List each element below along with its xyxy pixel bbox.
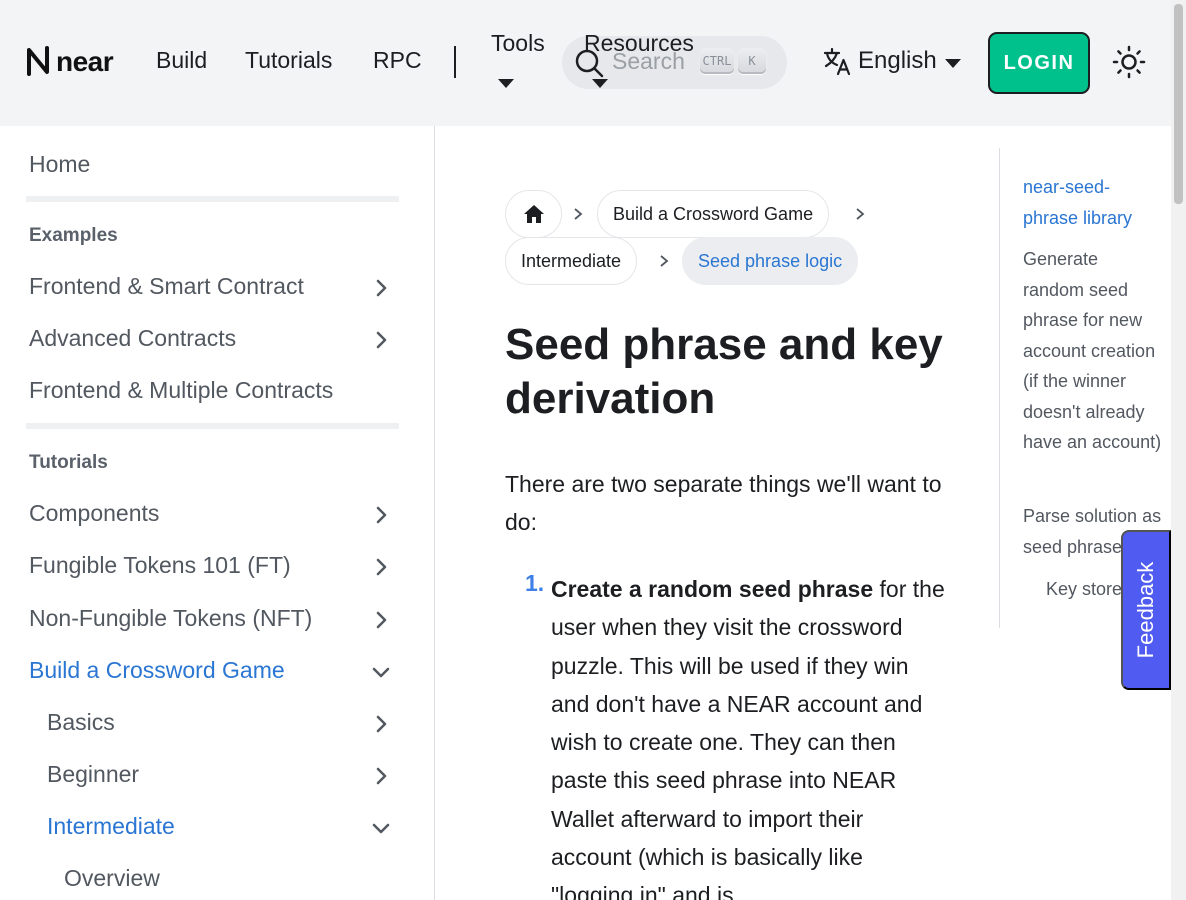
logo-text: near	[56, 46, 114, 77]
sidebar-item-nft[interactable]: Non-Fungible Tokens (NFT)	[29, 605, 312, 632]
sidebar-item-crossword-game[interactable]: Build a Crossword Game	[29, 657, 285, 684]
sidebar-category-examples: Examples	[29, 225, 118, 246]
toc-link[interactable]: Generate random seed phrase for new acco…	[1023, 244, 1163, 458]
kbd-ctrl: CTRL	[700, 48, 734, 74]
page-scrollbar[interactable]	[1171, 0, 1186, 900]
breadcrumb-separator-icon	[856, 208, 865, 220]
breadcrumb-crossword-game[interactable]: Build a Crossword Game	[597, 190, 830, 238]
sidebar-item-frontend-multiple-contracts[interactable]: Frontend & Multiple Contracts	[29, 377, 333, 404]
nav-link-build[interactable]: Build	[156, 47, 207, 74]
nav-dropdown-resources-label: Resources	[584, 30, 694, 56]
list-number: 1.	[525, 570, 545, 596]
scrollbar-thumb[interactable]	[1174, 4, 1183, 204]
sidebar-item-intermediate[interactable]: Intermediate	[47, 813, 175, 840]
toc-link[interactable]: near-seed-phrase library	[1023, 172, 1163, 233]
chevron-down-icon[interactable]	[369, 816, 393, 840]
language-label: English	[858, 47, 937, 74]
sidebar-item-fungible-tokens[interactable]: Fungible Tokens 101 (FT)	[29, 552, 291, 579]
breadcrumb-intermediate[interactable]: Intermediate	[505, 237, 638, 285]
chevron-right-icon[interactable]	[369, 503, 393, 527]
chevron-right-icon[interactable]	[369, 276, 393, 300]
near-logo[interactable]: near	[26, 46, 132, 78]
feedback-button[interactable]: Feedback	[1121, 530, 1171, 690]
sidebar-divider	[26, 423, 399, 429]
sidebar-item-beginner[interactable]: Beginner	[47, 761, 139, 788]
kbd-k: K	[738, 48, 766, 74]
breadcrumb-separator-icon	[660, 255, 669, 267]
sidebar-item-advanced-contracts[interactable]: Advanced Contracts	[29, 325, 236, 352]
sidebar: Home Examples Frontend & Smart Contract …	[0, 126, 435, 900]
sidebar-item-frontend-smart-contract[interactable]: Frontend & Smart Contract	[29, 273, 304, 300]
home-icon	[524, 205, 544, 223]
nav-divider	[454, 46, 456, 78]
caret-down-icon	[945, 59, 961, 68]
sidebar-item-basics[interactable]: Basics	[47, 709, 115, 736]
sidebar-item-home[interactable]: Home	[29, 151, 90, 178]
sidebar-item-components[interactable]: Components	[29, 500, 159, 527]
breadcrumb-separator-icon	[574, 208, 583, 220]
sidebar-category-tutorials: Tutorials	[29, 452, 108, 473]
top-navbar: near Build Tutorials RPC Tools Search CT…	[0, 0, 1171, 126]
nav-link-tutorials[interactable]: Tutorials	[245, 47, 332, 74]
chevron-right-icon[interactable]	[369, 555, 393, 579]
near-logo-icon	[27, 46, 49, 76]
breadcrumb-current: Seed phrase logic	[682, 237, 859, 285]
chevron-right-icon[interactable]	[369, 328, 393, 352]
caret-down-icon	[498, 79, 514, 88]
login-button[interactable]: LOGIN	[988, 32, 1090, 94]
chevron-right-icon[interactable]	[369, 764, 393, 788]
sidebar-item-overview[interactable]: Overview	[64, 865, 160, 892]
theme-toggle-sun-icon[interactable]	[1112, 45, 1146, 79]
sidebar-divider	[26, 196, 399, 202]
intro-paragraph: There are two separate things we'll want…	[505, 471, 942, 535]
list-item-text: for the user when they visit the crosswo…	[551, 576, 945, 900]
nav-dropdown-tools-label: Tools	[491, 30, 545, 56]
feedback-label: Feedback	[1133, 561, 1158, 659]
caret-down-icon	[592, 79, 608, 88]
nav-link-rpc[interactable]: RPC	[373, 47, 422, 74]
page-title: Seed phrase and key derivation	[505, 320, 943, 423]
translate-icon	[823, 47, 851, 76]
chevron-right-icon[interactable]	[369, 608, 393, 632]
breadcrumb-home[interactable]	[505, 190, 562, 238]
list-item: Create a random seed phrase for the user…	[551, 570, 946, 900]
toc-link[interactable]: Key store	[1046, 574, 1122, 605]
list-item-bold: Create a random seed phrase	[551, 576, 874, 602]
chevron-right-icon[interactable]	[369, 712, 393, 736]
chevron-down-icon[interactable]	[369, 660, 393, 684]
